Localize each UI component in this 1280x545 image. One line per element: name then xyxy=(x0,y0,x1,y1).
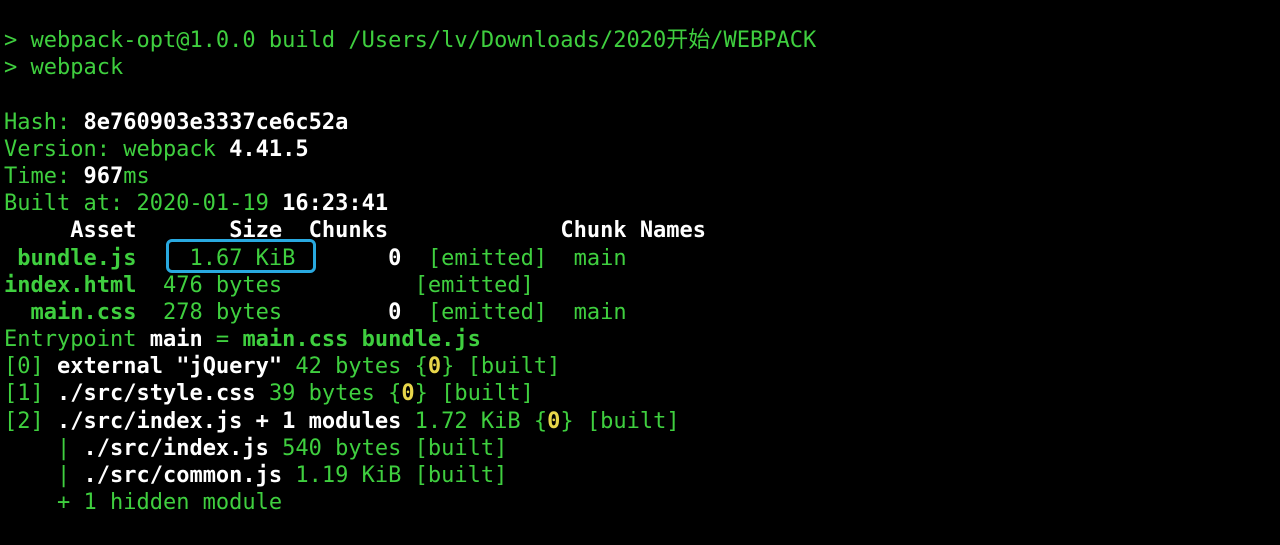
submodule-line: | ./src/index.js 540 bytes [built] xyxy=(4,435,1274,462)
module-id: [2] xyxy=(4,408,44,434)
command-line-2: > webpack xyxy=(4,54,1274,81)
submodule-size: 540 bytes xyxy=(282,435,402,461)
time-line: Time: 967ms xyxy=(4,163,1274,190)
version-label: Version: webpack xyxy=(4,136,230,162)
hash-value: 8e760903e3337ce6c52a xyxy=(83,109,349,135)
submodule-size: 1.19 KiB xyxy=(295,463,402,488)
prompt-symbol: > xyxy=(4,55,31,81)
size-highlight-box xyxy=(166,239,316,273)
chunk-name: main xyxy=(573,245,627,271)
version-line: Version: webpack 4.41.5 xyxy=(4,136,1274,163)
tree-pipe: | xyxy=(56,435,71,461)
prompt-symbol: > xyxy=(4,28,31,53)
asset-size: 278 bytes xyxy=(162,299,283,325)
submodule-name: ./src/index.js xyxy=(83,435,269,461)
command-text: webpack-opt@1.0.0 build /Users/lv/Downlo… xyxy=(30,28,817,53)
asset-chunks: 0 xyxy=(388,245,402,271)
submodule-status: [built] xyxy=(414,463,508,488)
asset-chunks: 0 xyxy=(388,299,402,325)
module-name: external "jQuery" xyxy=(57,354,283,380)
submodule-status: [built] xyxy=(414,435,508,461)
time-unit: ms xyxy=(123,163,150,189)
entrypoint-name: main xyxy=(149,327,203,353)
entrypoint-line: Entrypoint main = main.css bundle.js xyxy=(4,326,1274,353)
module-status: [built] xyxy=(586,408,680,434)
module-name: ./src/style.css xyxy=(57,381,256,407)
chunk-name: main xyxy=(573,299,627,325)
hash-line: Hash: 8e760903e3337ce6c52a xyxy=(4,109,1274,136)
command-line-1: > webpack-opt@1.0.0 build /Users/lv/Down… xyxy=(4,27,1274,54)
header-chunk-names: Chunk Names xyxy=(560,218,707,244)
module-size: 42 bytes xyxy=(295,354,402,380)
built-label: Built at: 2020-01-19 xyxy=(4,191,283,217)
hash-label: Hash: xyxy=(4,109,84,135)
asset-name: bundle.js xyxy=(17,245,137,271)
module-status: [built] xyxy=(441,381,534,407)
submodule-name: ./src/common.js xyxy=(83,463,283,488)
asset-name: main.css xyxy=(30,299,137,325)
module-size: 1.72 KiB xyxy=(414,408,521,434)
entrypoint-label: Entrypoint xyxy=(4,327,150,353)
emitted-status: [emitted] xyxy=(427,245,548,271)
module-size: 39 bytes xyxy=(268,381,375,407)
module-name: ./src/index.js + 1 modules xyxy=(57,408,402,434)
module-status: [built] xyxy=(467,354,561,380)
table-row: main.css 278 bytes 0 [emitted] main xyxy=(4,299,1274,326)
header-asset: Asset xyxy=(70,218,137,244)
asset-name: index.html xyxy=(4,272,137,298)
module-chunk: 0 xyxy=(427,354,442,380)
module-chunk: 0 xyxy=(547,408,561,434)
hidden-module-line: + 1 hidden module xyxy=(4,489,1274,516)
entrypoint-files: main.css bundle.js xyxy=(242,327,481,353)
submodule-line: | ./src/common.js 1.19 KiB [built] xyxy=(4,462,1274,489)
hidden-module-text: + 1 hidden module xyxy=(56,490,283,516)
emitted-status: [emitted] xyxy=(414,272,534,298)
command-text: webpack xyxy=(30,55,124,81)
module-chunk: 0 xyxy=(401,381,415,407)
time-label: Time: xyxy=(4,163,84,189)
asset-size: 476 bytes xyxy=(162,272,283,298)
entrypoint-eq: = xyxy=(202,327,243,353)
built-value: 16:23:41 xyxy=(282,191,389,217)
module-line: [0] external "jQuery" 42 bytes {0} [buil… xyxy=(4,354,561,380)
module-line: [2] ./src/index.js + 1 modules 1.72 KiB … xyxy=(4,408,680,434)
header-chunks: Chunks xyxy=(308,218,389,244)
module-id: [0] xyxy=(4,354,44,380)
tree-pipe: | xyxy=(56,463,71,488)
module-id: [1] xyxy=(4,381,44,407)
emitted-status: [emitted] xyxy=(427,299,548,325)
built-line: Built at: 2020-01-19 16:23:41 xyxy=(4,190,1274,217)
module-line: [1] ./src/style.css 39 bytes {0} [built] xyxy=(4,381,534,407)
version-value: 4.41.5 xyxy=(229,136,309,162)
table-row: index.html 476 bytes [emitted] xyxy=(4,272,1274,299)
time-value: 967 xyxy=(83,163,124,189)
